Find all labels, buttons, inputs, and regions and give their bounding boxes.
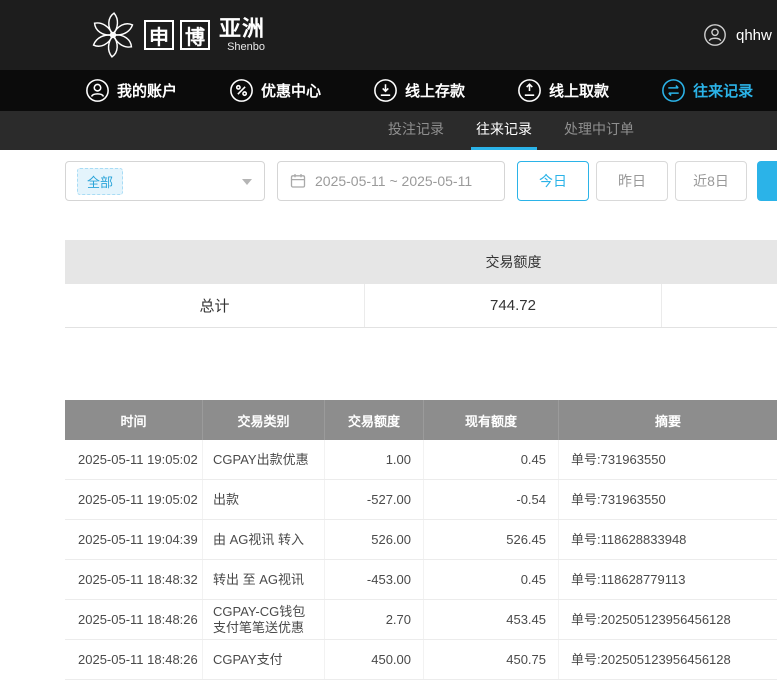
nav-item-records[interactable]: 往来记录 — [661, 78, 753, 103]
avatar-icon — [703, 23, 727, 47]
nav-item-withdraw[interactable]: 线上取款 — [517, 78, 609, 103]
cell-summary: 单号:202505123956456128 — [559, 600, 777, 639]
cell-amount: 1.00 — [325, 440, 424, 479]
cell-type: CGPAY支付 — [203, 640, 325, 679]
nav-item-deposit[interactable]: 线上存款 — [373, 78, 465, 103]
col-header-amount: 交易额度 — [325, 400, 424, 440]
col-header-type: 交易类别 — [203, 400, 325, 440]
nav-item-my-account[interactable]: 我的账户 — [85, 78, 177, 103]
table-row: 2025-05-11 19:05:02 出款 -527.00 -0.54 单号:… — [65, 480, 777, 520]
table-header-row: 时间 交易类别 交易额度 现有额度 摘要 — [65, 400, 777, 440]
calendar-icon — [290, 173, 306, 189]
cell-amount: 526.00 — [325, 520, 424, 559]
summary-total-label: 总计 — [65, 284, 365, 327]
cell-summary: 单号:202505123956456128 — [559, 640, 777, 679]
table-row: 2025-05-11 18:48:26 CGPAY支付 450.00 450.7… — [65, 640, 777, 680]
nav-item-label: 我的账户 — [117, 80, 177, 101]
cell-amount: -453.00 — [325, 560, 424, 599]
col-header-time: 时间 — [65, 400, 203, 440]
table-row: 2025-05-11 19:04:39 由 AG视讯 转入 526.00 526… — [65, 520, 777, 560]
brand-logo[interactable]: 申 博 亚洲 Shenbo — [88, 0, 265, 70]
cell-time: 2025-05-11 18:48:26 — [65, 600, 203, 639]
username: qhhw — [736, 27, 772, 44]
cell-time: 2025-05-11 18:48:26 — [65, 640, 203, 679]
table-row: 2025-05-11 18:48:26 CGPAY-CG钱包支付笔笔送优惠 2.… — [65, 600, 777, 640]
cell-type: 由 AG视讯 转入 — [203, 520, 325, 559]
nav-item-label: 线上取款 — [549, 80, 609, 101]
cell-balance: 453.45 — [424, 600, 559, 639]
cell-time: 2025-05-11 18:48:32 — [65, 560, 203, 599]
cell-type: 转出 至 AG视讯 — [203, 560, 325, 599]
record-tabs: 投注记录 往来记录 处理中订单 — [0, 111, 777, 150]
table-row: 2025-05-11 19:05:02 CGPAY出款优惠 1.00 0.45 … — [65, 440, 777, 480]
chevron-down-icon — [242, 179, 252, 185]
summary-amount-header: 交易额度 — [365, 240, 662, 284]
flower-icon — [88, 10, 138, 60]
withdraw-icon — [517, 78, 542, 103]
main-nav: 我的账户 优惠中心 线上存款 线上取款 往来记录 — [0, 70, 777, 111]
date-range-value: 2025-05-11 ~ 2025-05-11 — [315, 173, 472, 189]
filter-bar: 全部 2025-05-11 ~ 2025-05-11 今日 昨日 近8日 — [65, 161, 777, 201]
transactions-table: 时间 交易类别 交易额度 现有额度 摘要 2025-05-11 19:05:02… — [65, 400, 777, 680]
cell-type: CGPAY出款优惠 — [203, 440, 325, 479]
quick-range-8days-button[interactable]: 近8日 — [675, 161, 747, 201]
brand-char-1: 申 — [144, 20, 174, 50]
top-header: 申 博 亚洲 Shenbo qhhw — [0, 0, 777, 70]
col-header-balance: 现有额度 — [424, 400, 559, 440]
cell-balance: -0.54 — [424, 480, 559, 519]
cell-amount: 450.00 — [325, 640, 424, 679]
records-icon — [661, 78, 686, 103]
cell-balance: 450.75 — [424, 640, 559, 679]
cell-summary: 单号:731963550 — [559, 480, 777, 519]
nav-item-promotions[interactable]: 优惠中心 — [229, 78, 321, 103]
brand-char-2: 博 — [180, 20, 210, 50]
tab-betting-records[interactable]: 投注记录 — [388, 119, 444, 150]
cell-summary: 单号:118628779113 — [559, 560, 777, 599]
cell-balance: 526.45 — [424, 520, 559, 559]
cell-type: CGPAY-CG钱包支付笔笔送优惠 — [203, 600, 325, 639]
summary-total-row: 总计 744.72 — [65, 284, 777, 328]
search-button[interactable] — [757, 161, 777, 201]
col-header-summary: 摘要 — [559, 400, 777, 440]
quick-range-today-button[interactable]: 今日 — [517, 161, 589, 201]
summary-total-value: 744.72 — [365, 284, 662, 327]
promo-icon — [229, 78, 254, 103]
cell-balance: 0.45 — [424, 560, 559, 599]
table-row: 2025-05-11 18:48:32 转出 至 AG视讯 -453.00 0.… — [65, 560, 777, 600]
brand-name-en: Shenbo — [227, 41, 265, 53]
cell-summary: 单号:731963550 — [559, 440, 777, 479]
cell-time: 2025-05-11 19:05:02 — [65, 480, 203, 519]
summary-header-row: 交易额度 — [65, 240, 777, 284]
nav-item-label: 线上存款 — [405, 80, 465, 101]
tab-transaction-records[interactable]: 往来记录 — [476, 119, 532, 150]
page: 申 博 亚洲 Shenbo qhhw 我的账户 — [0, 0, 777, 680]
type-filter-value: 全部 — [77, 168, 123, 195]
quick-range-yesterday-button[interactable]: 昨日 — [596, 161, 668, 201]
deposit-icon — [373, 78, 398, 103]
brand-region: 亚洲 — [219, 17, 265, 41]
date-range-input[interactable]: 2025-05-11 ~ 2025-05-11 — [277, 161, 505, 201]
cell-type: 出款 — [203, 480, 325, 519]
nav-item-label: 优惠中心 — [261, 80, 321, 101]
summary-table: 交易额度 总计 744.72 — [65, 240, 777, 328]
cell-balance: 0.45 — [424, 440, 559, 479]
cell-amount: -527.00 — [325, 480, 424, 519]
summary-empty-cell — [662, 284, 777, 327]
cell-amount: 2.70 — [325, 600, 424, 639]
tab-processing-orders[interactable]: 处理中订单 — [564, 119, 634, 150]
user-icon — [85, 78, 110, 103]
cell-time: 2025-05-11 19:05:02 — [65, 440, 203, 479]
user-account[interactable]: qhhw — [703, 0, 772, 70]
cell-summary: 单号:118628833948 — [559, 520, 777, 559]
cell-time: 2025-05-11 19:04:39 — [65, 520, 203, 559]
nav-item-label: 往来记录 — [693, 80, 753, 101]
type-filter-dropdown[interactable]: 全部 — [65, 161, 265, 201]
